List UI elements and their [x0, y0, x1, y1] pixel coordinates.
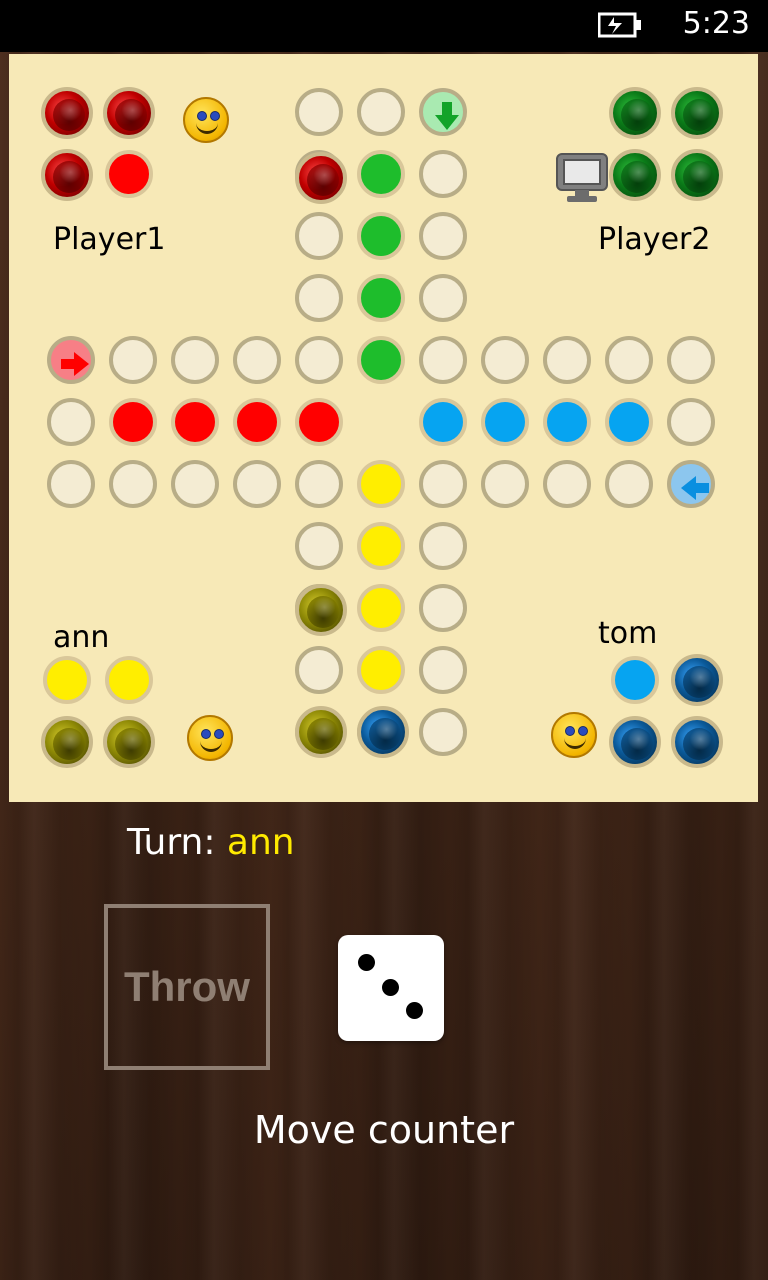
track-cell[interactable] [295, 460, 343, 508]
track-cell[interactable] [109, 336, 157, 384]
green-home-cell[interactable] [357, 212, 405, 260]
track-cell[interactable] [357, 88, 405, 136]
track-cell[interactable] [481, 460, 529, 508]
blue-home-cell[interactable] [481, 398, 529, 446]
yellow-counter[interactable] [295, 584, 347, 636]
track-cell[interactable] [605, 460, 653, 508]
yellow-home-cell[interactable] [357, 646, 405, 694]
battery-charging-icon [598, 12, 641, 38]
track-cell[interactable] [295, 522, 343, 570]
computer-player-icon [556, 153, 608, 202]
player-name-green: Player2 [598, 222, 711, 257]
green-counter[interactable] [609, 149, 661, 201]
player-name-yellow: ann [53, 620, 110, 655]
turn-player-name: ann [226, 822, 295, 863]
track-cell[interactable] [419, 522, 467, 570]
track-cell[interactable] [171, 336, 219, 384]
track-cell[interactable] [295, 336, 343, 384]
red-home-cell[interactable] [233, 398, 281, 446]
yellow-home-cell[interactable] [357, 460, 405, 508]
track-cell[interactable] [295, 212, 343, 260]
green-counter[interactable] [671, 87, 723, 139]
red-home-cell[interactable] [109, 398, 157, 446]
blue-base-cell[interactable] [611, 656, 659, 704]
green-home-cell[interactable] [357, 150, 405, 198]
red-counter[interactable] [103, 87, 155, 139]
green-home-cell[interactable] [357, 274, 405, 322]
smiley-icon [551, 712, 597, 758]
player-name-red: Player1 [53, 222, 166, 257]
turn-indicator: Turn: ann [127, 822, 295, 863]
track-cell[interactable] [543, 460, 591, 508]
smiley-icon [183, 97, 229, 143]
blue-start-cell[interactable] [667, 460, 715, 508]
track-cell[interactable] [605, 336, 653, 384]
red-base-cell[interactable] [105, 150, 153, 198]
dice-pip [406, 1002, 423, 1019]
status-bar: 5:23 [0, 0, 768, 52]
blue-home-cell[interactable] [419, 398, 467, 446]
track-cell[interactable] [171, 460, 219, 508]
red-home-cell[interactable] [295, 398, 343, 446]
player-name-blue: tom [598, 616, 658, 651]
green-home-cell[interactable] [357, 336, 405, 384]
game-board: Player1 Player2 ann tom [9, 54, 758, 802]
track-cell[interactable] [295, 646, 343, 694]
smiley-icon [187, 715, 233, 761]
yellow-home-cell[interactable] [357, 584, 405, 632]
blue-home-cell[interactable] [543, 398, 591, 446]
yellow-home-cell[interactable] [357, 522, 405, 570]
yellow-counter[interactable] [41, 716, 93, 768]
blue-counter[interactable] [671, 654, 723, 706]
green-start-cell[interactable] [419, 88, 467, 136]
turn-label: Turn: [127, 822, 216, 863]
red-counter[interactable] [41, 149, 93, 201]
track-cell[interactable] [419, 274, 467, 322]
track-cell[interactable] [109, 460, 157, 508]
yellow-counter[interactable] [295, 706, 347, 758]
dice-pip [382, 979, 399, 996]
track-cell[interactable] [295, 274, 343, 322]
red-counter[interactable] [295, 152, 347, 204]
track-cell[interactable] [419, 212, 467, 260]
arrow-left-icon [681, 476, 709, 500]
dice-pip [358, 954, 375, 971]
track-cell[interactable] [667, 336, 715, 384]
green-counter[interactable] [671, 149, 723, 201]
blue-counter[interactable] [357, 706, 409, 758]
red-counter[interactable] [41, 87, 93, 139]
track-cell[interactable] [419, 150, 467, 198]
track-cell[interactable] [543, 336, 591, 384]
yellow-counter[interactable] [103, 716, 155, 768]
status-time: 5:23 [682, 6, 750, 41]
blue-home-cell[interactable] [605, 398, 653, 446]
throw-button[interactable]: Throw [104, 904, 270, 1070]
status-message: Move counter [253, 1108, 515, 1152]
green-counter[interactable] [609, 87, 661, 139]
track-cell[interactable] [419, 336, 467, 384]
yellow-base-cell[interactable] [105, 656, 153, 704]
track-cell[interactable] [419, 584, 467, 632]
track-cell[interactable] [481, 336, 529, 384]
track-cell[interactable] [419, 708, 467, 756]
track-cell[interactable] [295, 88, 343, 136]
track-cell[interactable] [419, 646, 467, 694]
red-home-cell[interactable] [171, 398, 219, 446]
red-start-cell[interactable] [47, 336, 95, 384]
yellow-base-cell[interactable] [43, 656, 91, 704]
track-cell[interactable] [47, 398, 95, 446]
arrow-down-icon [435, 102, 459, 130]
dice[interactable] [338, 935, 444, 1041]
blue-counter[interactable] [609, 716, 661, 768]
track-cell[interactable] [233, 336, 281, 384]
arrow-right-icon [61, 352, 89, 376]
blue-counter[interactable] [671, 716, 723, 768]
track-cell[interactable] [233, 460, 281, 508]
track-cell[interactable] [667, 398, 715, 446]
track-cell[interactable] [47, 460, 95, 508]
track-cell[interactable] [419, 460, 467, 508]
